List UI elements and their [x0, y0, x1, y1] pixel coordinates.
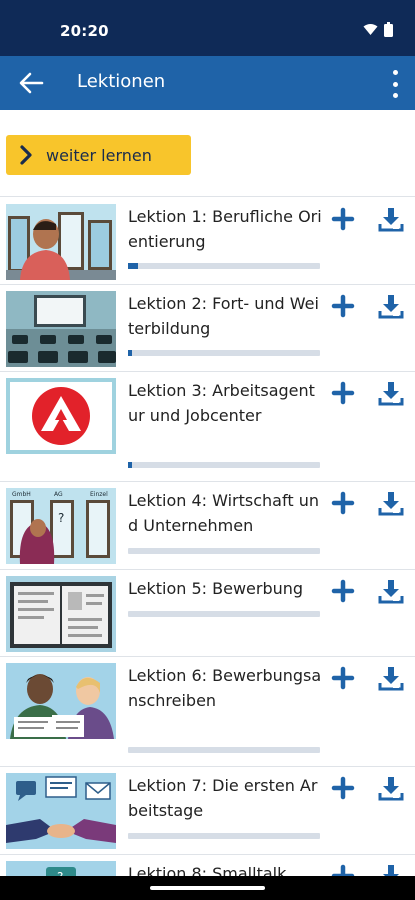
battery-icon	[384, 22, 393, 37]
lesson-list: Lektion 1: Berufliche Orientierung Lekti…	[0, 196, 415, 900]
add-icon[interactable]	[331, 666, 355, 690]
handshake-icon	[6, 773, 116, 849]
svg-text:AG: AG	[54, 491, 63, 498]
lesson-title: Lektion 7: Die ersten Arbeitstage	[128, 776, 318, 820]
lesson-title: Lektion 5: Bewerbung	[128, 579, 304, 598]
lesson-progress-bar	[128, 611, 320, 617]
lesson-progress-bar	[128, 350, 320, 356]
lesson-progress-bar	[128, 462, 320, 468]
lesson-progress-bar	[128, 263, 320, 269]
lesson-title: Lektion 4: Wirtschaft und Unternehmen	[128, 491, 319, 535]
lesson-row-3[interactable]: Lektion 3: Arbeitsagentur und Jobcenter	[0, 371, 415, 481]
lesson-row-7[interactable]: Lektion 7: Die ersten Arbeitstage	[0, 766, 415, 854]
lesson-title: Lektion 1: Berufliche Orientierung	[128, 207, 322, 251]
add-icon[interactable]	[331, 579, 355, 603]
lesson-row-1[interactable]: Lektion 1: Berufliche Orientierung	[0, 196, 415, 284]
home-gesture-handle[interactable]	[150, 886, 265, 890]
page-title: Lektionen	[77, 71, 166, 92]
lesson-row-2[interactable]: Lektion 2: Fort- und Weiterbildung	[0, 284, 415, 371]
continue-learning-label: weiter lernen	[46, 145, 152, 165]
chevron-right-icon	[6, 135, 46, 175]
company-doors-icon: GmbH AG Einzel ?	[6, 488, 116, 564]
download-icon[interactable]	[378, 490, 404, 516]
download-icon[interactable]	[378, 665, 404, 691]
add-icon[interactable]	[331, 294, 355, 318]
download-icon[interactable]	[378, 380, 404, 406]
add-icon[interactable]	[331, 491, 355, 515]
lesson-title: Lektion 2: Fort- und Weiterbildung	[128, 294, 319, 338]
back-arrow-icon[interactable]	[18, 71, 44, 95]
download-icon[interactable]	[378, 293, 404, 319]
app-bar: Lektionen	[0, 56, 415, 110]
wifi-icon	[363, 24, 378, 35]
download-icon[interactable]	[378, 578, 404, 604]
download-icon[interactable]	[378, 206, 404, 232]
add-icon[interactable]	[331, 207, 355, 231]
application-folder-icon	[6, 576, 116, 652]
status-bar: 20:20	[0, 0, 415, 56]
svg-text:GmbH: GmbH	[12, 491, 31, 498]
lesson-progress-bar	[128, 747, 320, 753]
lesson-title: Lektion 6: Bewerbungsanschreiben	[128, 666, 322, 710]
man-at-window-icon	[6, 204, 116, 280]
agency-logo-icon	[6, 378, 116, 454]
svg-text:?: ?	[58, 511, 64, 525]
status-icons	[363, 22, 393, 37]
lesson-row-6[interactable]: Lektion 6: Bewerbungsanschreiben	[0, 656, 415, 766]
svg-text:Einzel: Einzel	[90, 491, 108, 498]
classroom-icon	[6, 291, 116, 367]
lesson-row-4[interactable]: GmbH AG Einzel ? Lektion 4: Wirtschaft und…	[0, 481, 415, 569]
interview-icon	[6, 663, 116, 739]
lesson-title: Lektion 3: Arbeitsagentur und Jobcenter	[128, 381, 315, 425]
lesson-row-5[interactable]: Lektion 5: Bewerbung	[0, 569, 415, 656]
add-icon[interactable]	[331, 776, 355, 800]
more-options-icon[interactable]	[389, 70, 401, 98]
system-navigation-bar	[0, 876, 415, 900]
continue-learning-button[interactable]: weiter lernen	[6, 135, 191, 175]
add-icon[interactable]	[331, 381, 355, 405]
lesson-progress-bar	[128, 833, 320, 839]
status-time: 20:20	[60, 22, 109, 40]
lesson-progress-bar	[128, 548, 320, 554]
download-icon[interactable]	[378, 775, 404, 801]
